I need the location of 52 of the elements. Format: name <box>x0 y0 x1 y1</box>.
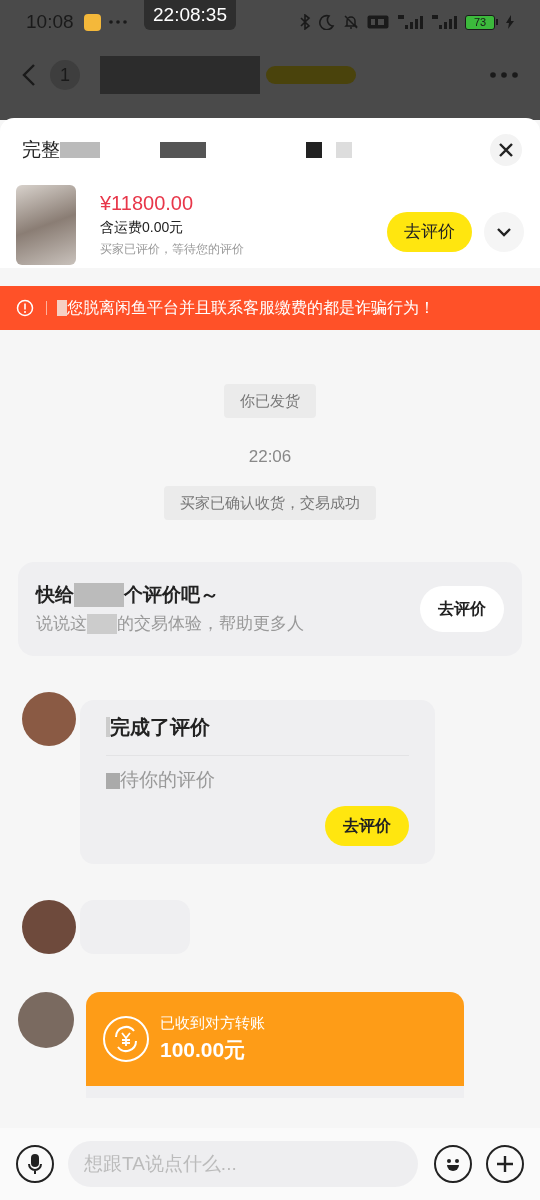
currency-exchange-icon <box>102 1014 150 1063</box>
redaction-block <box>60 142 100 158</box>
redaction-block <box>160 142 206 158</box>
redaction-block <box>336 142 352 158</box>
close-icon <box>499 143 513 157</box>
bell-off-icon <box>343 14 359 30</box>
warning-icon <box>16 299 34 317</box>
shipping-text: 含运费0.00元 <box>100 218 185 237</box>
redaction-block <box>87 613 117 634</box>
avatar <box>22 691 76 746</box>
order-status-text: 买家已评价，等待您的评价 <box>100 241 244 258</box>
sheet-title: 完整 <box>22 137 60 162</box>
moon-icon <box>319 14 335 30</box>
add-button[interactable] <box>486 1145 524 1183</box>
card-subtitle: 的交易体验，帮助更多人 <box>117 613 304 635</box>
plus-icon <box>496 1155 514 1173</box>
review-button[interactable]: 去评价 <box>325 805 409 846</box>
transfer-amount: 100.00元 <box>160 1037 247 1063</box>
warning-text: 您脱离闲鱼平台并且联系客服缴费的都是诈骗行为！ <box>67 298 435 318</box>
battery-icon: 73 <box>465 14 498 30</box>
review-button[interactable]: 去评价 <box>387 212 472 252</box>
microphone-button[interactable] <box>16 1145 54 1183</box>
signal-icon <box>397 14 423 30</box>
transfer-title: 已收到对方转账 <box>160 1012 265 1033</box>
charging-icon <box>506 15 514 29</box>
microphone-icon <box>28 1153 42 1175</box>
timestamp: 22:06 <box>248 446 292 468</box>
app-icon <box>83 13 101 31</box>
hd-icon <box>367 15 389 29</box>
chevron-icon <box>497 227 511 237</box>
redaction-block <box>106 772 120 789</box>
system-message: 你已发货 <box>224 384 316 418</box>
more-icon <box>108 20 127 24</box>
system-message: 买家已确认收货，交易成功 <box>164 485 376 520</box>
redaction-block <box>106 717 110 737</box>
redaction-block <box>57 300 67 316</box>
expand-button[interactable] <box>484 212 524 252</box>
card-title: 个评价吧～ <box>124 582 219 607</box>
bubble-subtitle: 待你的评价 <box>120 768 215 793</box>
price-text: ¥11800.00 <box>100 191 195 216</box>
emoji-button[interactable] <box>434 1145 472 1183</box>
review-button[interactable]: 去评价 <box>420 585 504 632</box>
redaction-block <box>306 142 322 158</box>
clock-overlay: 22:08:35 <box>144 0 236 30</box>
close-button[interactable] <box>490 134 522 166</box>
card-subtitle: 说说这 <box>36 613 87 635</box>
bluetooth-icon <box>299 14 311 30</box>
redaction-block <box>74 582 124 607</box>
avatar <box>22 899 76 954</box>
signal-icon <box>431 14 457 30</box>
bubble-title: 完成了评价 <box>110 715 210 740</box>
card-title: 快给 <box>36 582 74 607</box>
